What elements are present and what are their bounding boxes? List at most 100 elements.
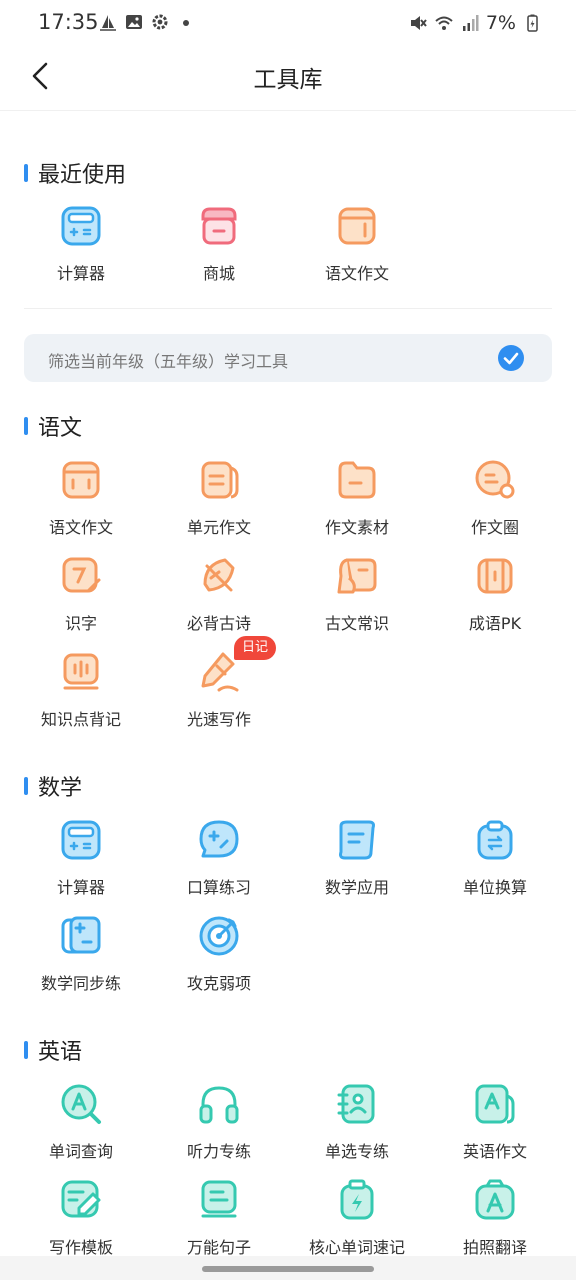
tool-idiom-pk[interactable]: 成语PK (426, 554, 564, 650)
header: 工具库 (0, 46, 576, 111)
tool-math-sync-practice[interactable]: 数学同步练 (12, 914, 150, 1010)
contact-book-icon (337, 1084, 375, 1124)
flash-battery-icon (340, 1179, 374, 1220)
headphones-icon (199, 1086, 239, 1124)
photo-translate-icon (475, 1179, 515, 1220)
section-chinese-title: 语文 (24, 410, 82, 442)
status-time: 17:35 (38, 10, 99, 34)
tool-label: 口算练习 (186, 878, 251, 897)
character-card-icon (62, 557, 101, 593)
wifi-icon (435, 16, 453, 30)
a-document-icon (475, 1084, 515, 1124)
tool-literacy[interactable]: 识字 (12, 554, 150, 650)
tool-essay-circle[interactable]: 作文圈 (426, 458, 564, 554)
tool-label: 写作模板 (48, 1238, 113, 1257)
tool-calculator-recent[interactable]: 计算器 (12, 204, 150, 300)
tool-label: 数学应用 (324, 878, 389, 897)
tool-chinese-composition[interactable]: 语文作文 (12, 458, 150, 554)
folder-icon (338, 461, 376, 499)
tool-label: 单选专练 (324, 1142, 389, 1161)
divider (24, 308, 552, 309)
tool-label: 光速写作 (186, 710, 251, 729)
tool-label: 知识点背记 (40, 710, 121, 729)
poem-fan-icon (203, 558, 235, 592)
filter-label: 筛选当前年级（五年级）学习工具 (48, 352, 289, 371)
document-icon (339, 820, 375, 860)
search-a-icon (61, 1084, 101, 1124)
chat-bubble-icon (199, 820, 239, 858)
section-label: 最近使用 (38, 163, 127, 188)
sentence-book-icon (201, 1180, 237, 1218)
grade-filter-toggle[interactable]: 筛选当前年级（五年级）学习工具 (24, 334, 552, 382)
tool-label: 单词查询 (48, 1142, 113, 1161)
tool-unit-conversion[interactable]: 单位换算 (426, 818, 564, 914)
audio-book-icon (63, 653, 99, 690)
scroll-icon (337, 558, 377, 594)
tool-weakness-attack[interactable]: 攻克弱项 (150, 914, 288, 1010)
clipboard-icon (477, 820, 513, 860)
section-marker (24, 777, 28, 795)
section-label: 英语 (38, 1040, 83, 1065)
tool-mental-arithmetic[interactable]: 口算练习 (150, 818, 288, 914)
tool-label: 成语PK (468, 614, 522, 633)
tool-label: 单元作文 (186, 518, 251, 537)
tool-word-lookup[interactable]: 单词查询 (12, 1082, 150, 1178)
tool-essay-material[interactable]: 作文素材 (288, 458, 426, 554)
composition-icon (62, 461, 100, 499)
tool-label: 攻克弱项 (186, 974, 251, 993)
tool-classical-knowledge[interactable]: 古文常识 (288, 554, 426, 650)
tool-label: 商城 (202, 264, 235, 283)
tool-single-choice[interactable]: 单选专练 (288, 1082, 426, 1178)
status-bar: 17:35 7% (0, 0, 576, 46)
tool-label: 必背古诗 (186, 614, 251, 633)
battery-icon (527, 14, 538, 32)
section-math-title: 数学 (24, 770, 82, 802)
calculator-icon (61, 206, 101, 246)
tool-label: 单位换算 (462, 878, 527, 897)
tool-english-composition[interactable]: 英语作文 (426, 1082, 564, 1178)
page-title: 工具库 (253, 67, 323, 93)
tool-label: 古文常识 (324, 614, 389, 633)
target-icon (199, 916, 239, 956)
tool-label: 作文圈 (470, 518, 519, 537)
tool-composition-recent[interactable]: 语文作文 (288, 204, 426, 300)
plus-minus-card-icon (61, 916, 101, 954)
composition-icon (338, 207, 376, 245)
book-icon (477, 558, 513, 594)
section-marker (24, 1041, 28, 1059)
check-circle-icon[interactable] (498, 345, 524, 371)
tool-label: 万能句子 (186, 1238, 251, 1257)
tool-label: 语文作文 (324, 264, 389, 283)
section-marker (24, 417, 28, 435)
unit-essay-icon (201, 461, 239, 499)
calculator-icon (61, 820, 101, 860)
section-label: 语文 (38, 416, 83, 441)
tool-label: 计算器 (56, 264, 105, 283)
tool-calculator[interactable]: 计算器 (12, 818, 150, 914)
battery-percent: 7% (485, 12, 516, 34)
tool-label: 英语作文 (462, 1142, 527, 1161)
tool-label: 语文作文 (48, 518, 113, 537)
tool-label: 数学同步练 (40, 974, 121, 993)
mute-icon (410, 16, 427, 30)
tool-knowledge-recite[interactable]: 知识点背记 (12, 650, 150, 746)
tool-label: 作文素材 (324, 518, 389, 537)
section-marker (24, 164, 28, 182)
tool-label: 听力专练 (186, 1142, 251, 1161)
tool-math-application[interactable]: 数学应用 (288, 818, 426, 914)
section-recent-title: 最近使用 (24, 157, 126, 189)
tool-speed-writing[interactable]: 光速写作 (150, 650, 288, 746)
edit-icon (61, 1180, 101, 1218)
tool-label: 拍照翻译 (462, 1238, 527, 1257)
image-icon (126, 15, 142, 29)
home-indicator[interactable] (202, 1266, 374, 1272)
dot-icon (183, 20, 189, 26)
diary-badge: 日记 (234, 636, 277, 660)
tool-store[interactable]: 商城 (150, 204, 288, 300)
tool-unit-essay[interactable]: 单元作文 (150, 458, 288, 554)
tool-listening-practice[interactable]: 听力专练 (150, 1082, 288, 1178)
section-english-title: 英语 (24, 1034, 82, 1066)
tool-label: 识字 (64, 614, 97, 633)
store-icon (201, 207, 237, 245)
settings-gear-icon (152, 14, 168, 30)
